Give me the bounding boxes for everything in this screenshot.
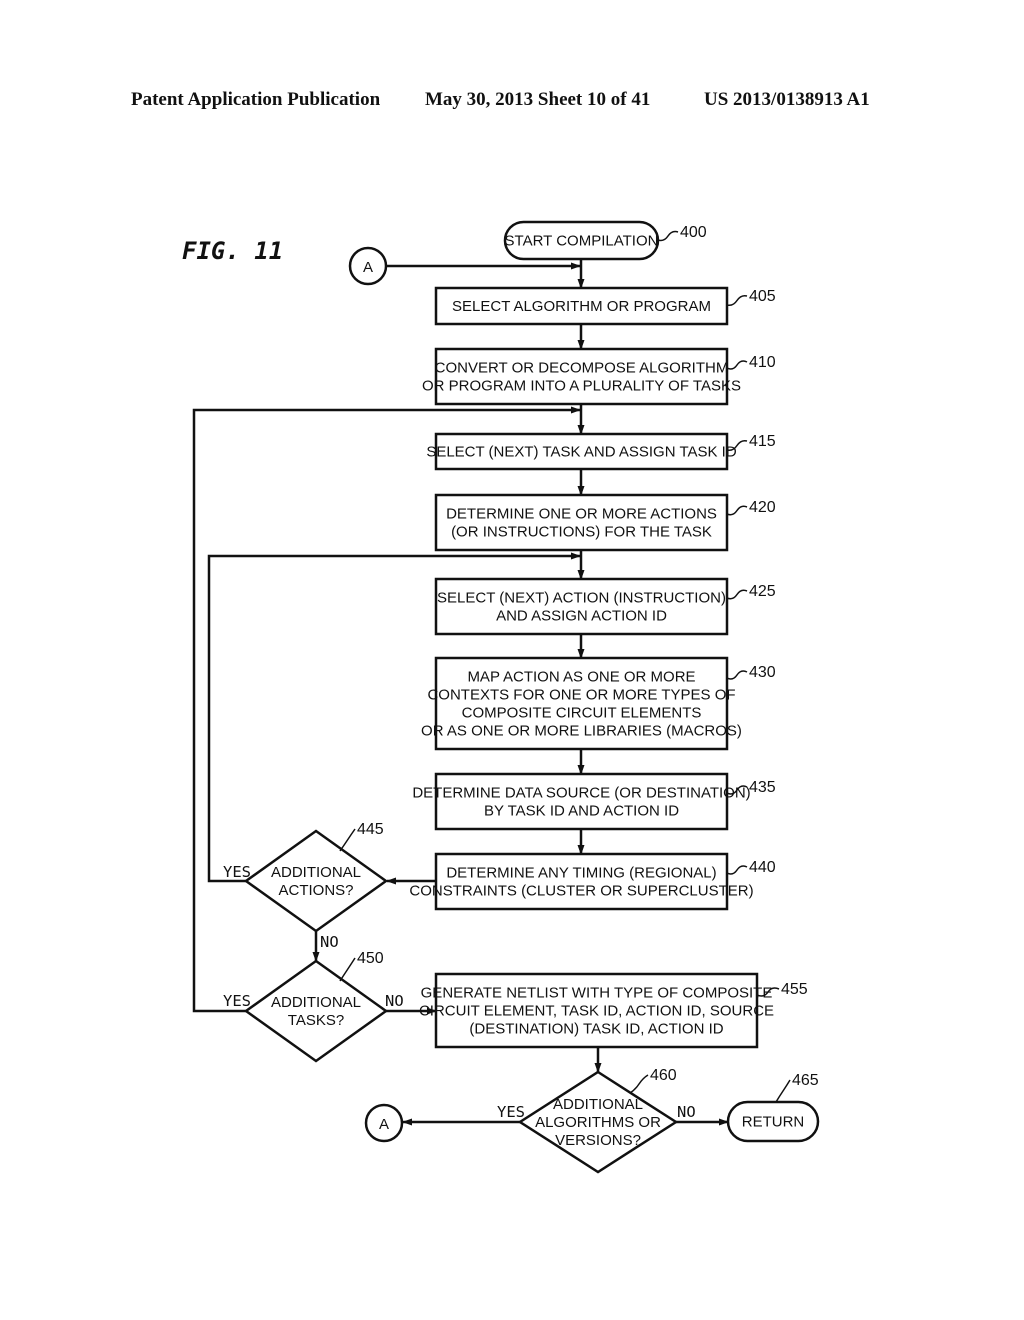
node-465-text-line: RETURN: [742, 1114, 805, 1131]
node-430-text-line: CONTEXTS FOR ONE OR MORE TYPES OF: [427, 687, 735, 704]
reference-numeral-440: 440: [749, 859, 776, 876]
connector-a-bottom-label: A: [379, 1116, 389, 1133]
node-460-text-line: ADDITIONAL: [553, 1096, 643, 1113]
node-435: DETERMINE DATA SOURCE (OR DESTINATION)BY…: [412, 772, 776, 831]
node-445-text-line: ADDITIONAL: [271, 864, 361, 881]
reference-numeral-420: 420: [749, 499, 776, 516]
connector-a-top: A: [348, 246, 388, 286]
leader-line-450: [339, 957, 356, 982]
flowchart: FIG. 11 YES NO YES NO YES NO A A START C…: [182, 220, 820, 1174]
reference-numeral-425: 425: [749, 583, 776, 600]
reference-numeral-455: 455: [781, 981, 808, 998]
process-box-410: [434, 347, 729, 406]
process-box-420: [434, 493, 729, 552]
node-440-text-line: DETERMINE ANY TIMING (REGIONAL): [446, 865, 716, 882]
reference-numeral-465: 465: [792, 1072, 819, 1089]
node-450: ADDITIONALTASKS? 450: [243, 950, 389, 1063]
node-445: ADDITIONALACTIONS? 445: [243, 821, 389, 933]
process-box-435: [434, 772, 729, 831]
node-455: GENERATE NETLIST WITH TYPE OF COMPOSITEC…: [419, 972, 808, 1049]
leader-line-465: [775, 1079, 791, 1103]
leader-line-445: [339, 828, 356, 852]
leader-line-410: [726, 360, 748, 370]
node-405-text-line: SELECT ALGORITHM OR PROGRAM: [452, 298, 711, 315]
node-420: DETERMINE ONE OR MORE ACTIONS(OR INSTRUC…: [434, 493, 776, 552]
node-430-text-line: MAP ACTION AS ONE OR MORE: [467, 669, 695, 686]
node-420-text-line: DETERMINE ONE OR MORE ACTIONS: [446, 506, 717, 523]
node-415-text-line: SELECT (NEXT) TASK AND ASSIGN TASK ID: [426, 444, 737, 461]
reference-numeral-405: 405: [749, 288, 776, 305]
edge-label-445-yes: YES: [223, 863, 251, 881]
edge-label-460-no: NO: [677, 1103, 696, 1121]
reference-numeral-435: 435: [749, 779, 776, 796]
edge-label-460-yes: YES: [497, 1103, 525, 1121]
process-box-440: [434, 852, 729, 911]
edge-label-450-yes: YES: [223, 992, 251, 1010]
node-455-text-line: (DESTINATION) TASK ID, ACTION ID: [469, 1021, 723, 1038]
decision-450: [243, 959, 389, 1063]
node-430-text-line: COMPOSITE CIRCUIT ELEMENTS: [462, 705, 702, 722]
node-410-text-line: OR PROGRAM INTO A PLURALITY OF TASKS: [422, 378, 741, 395]
node-425-text-line: SELECT (NEXT) ACTION (INSTRUCTION): [437, 590, 726, 607]
reference-numeral-445: 445: [357, 821, 384, 838]
leader-line-405: [726, 294, 748, 307]
connector-a-bottom: A: [364, 1103, 404, 1143]
node-435-text-line: DETERMINE DATA SOURCE (OR DESTINATION): [412, 785, 750, 802]
figure-label: FIG. 11: [182, 237, 283, 265]
leader-line-460: [629, 1074, 649, 1094]
node-400-text-line: START COMPILATION: [505, 233, 659, 250]
node-430-text-line: OR AS ONE OR MORE LIBRARIES (MACROS): [421, 723, 742, 740]
node-415: SELECT (NEXT) TASK AND ASSIGN TASK ID 415: [426, 432, 776, 471]
leader-line-420: [726, 505, 748, 516]
node-405: SELECT ALGORITHM OR PROGRAM 405: [434, 286, 776, 326]
leader-line-430: [726, 670, 748, 680]
node-400: START COMPILATION 400: [503, 220, 707, 261]
process-box-425: [434, 577, 729, 636]
node-425: SELECT (NEXT) ACTION (INSTRUCTION)AND AS…: [434, 577, 776, 636]
node-430: MAP ACTION AS ONE OR MORECONTEXTS FOR ON…: [421, 656, 776, 751]
node-440: DETERMINE ANY TIMING (REGIONAL)CONSTRAIN…: [409, 852, 776, 911]
reference-numeral-450: 450: [357, 950, 384, 967]
node-410: CONVERT OR DECOMPOSE ALGORITHMOR PROGRAM…: [422, 347, 776, 406]
node-450-text-line: ADDITIONAL: [271, 994, 361, 1011]
leader-line-425: [726, 589, 748, 600]
node-420-text-line: (OR INSTRUCTIONS) FOR THE TASK: [451, 524, 712, 541]
node-450-text-line: TASKS?: [288, 1012, 344, 1029]
node-465: RETURN 465: [726, 1072, 820, 1143]
reference-numeral-460: 460: [650, 1067, 677, 1084]
reference-numeral-415: 415: [749, 433, 776, 450]
edge-label-445-no: NO: [320, 933, 339, 951]
node-460-text-line: ALGORITHMS OR: [535, 1114, 661, 1131]
node-435-text-line: BY TASK ID AND ACTION ID: [484, 803, 679, 820]
leader-line-400: [657, 230, 679, 242]
node-445-text-line: ACTIONS?: [278, 882, 353, 899]
node-410-text-line: CONVERT OR DECOMPOSE ALGORITHM: [435, 360, 729, 377]
leader-line-440: [726, 865, 748, 875]
connector-a-top-label: A: [363, 259, 373, 276]
reference-numeral-430: 430: [749, 664, 776, 681]
node-425-text-line: AND ASSIGN ACTION ID: [496, 608, 667, 625]
node-440-text-line: CONSTRAINTS (CLUSTER OR SUPERCLUSTER): [409, 883, 753, 900]
edge-label-450-no: NO: [385, 992, 404, 1010]
node-460-text-line: VERSIONS?: [555, 1132, 641, 1149]
reference-numeral-400: 400: [680, 224, 707, 241]
node-455-text-line: CIRCUIT ELEMENT, TASK ID, ACTION ID, SOU…: [419, 1003, 774, 1020]
reference-numeral-410: 410: [749, 354, 776, 371]
node-455-text-line: GENERATE NETLIST WITH TYPE OF COMPOSITE: [421, 985, 773, 1002]
node-460: ADDITIONALALGORITHMS ORVERSIONS? 460: [517, 1067, 679, 1174]
decision-445: [243, 829, 389, 933]
